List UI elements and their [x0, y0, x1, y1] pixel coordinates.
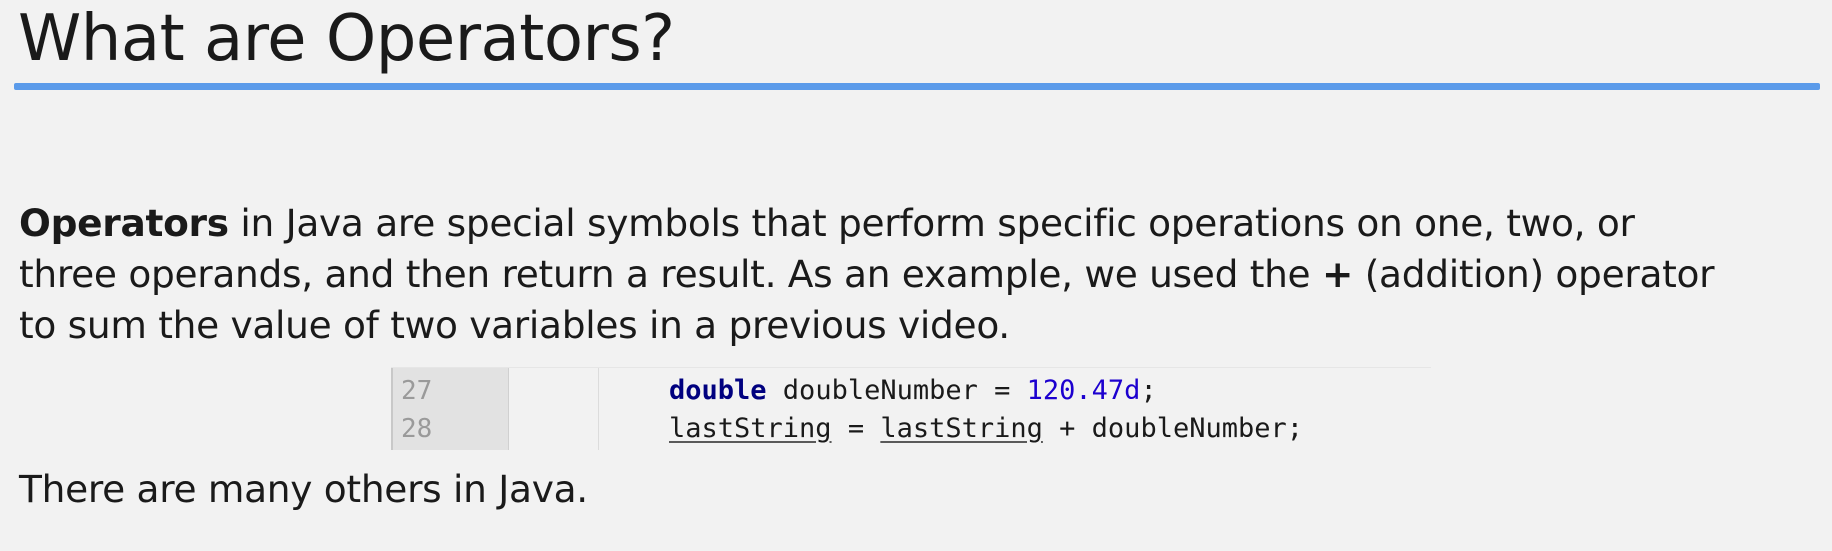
code-text: + doubleNumber;	[1042, 413, 1303, 444]
plus-operator-symbol: +	[1321, 252, 1354, 296]
paragraph-line-2: three operands, and then return a result…	[19, 249, 1819, 300]
line-number: 27	[401, 376, 433, 406]
paragraph-line-1: Operators in Java are special symbols th…	[19, 198, 1819, 249]
code-text: doubleNumber =	[766, 375, 1027, 406]
title-underline-rule	[14, 83, 1820, 90]
slide: What are Operators? Operators in Java ar…	[0, 0, 1832, 551]
code-text: ;	[1140, 375, 1157, 406]
code-line-27: double doubleNumber = 120.47d;	[669, 372, 1157, 410]
footer-text: There are many others in Java.	[19, 467, 588, 511]
code-variable: lastString	[669, 413, 832, 444]
code-keyword: double	[669, 375, 767, 406]
line-number: 28	[401, 414, 433, 444]
paragraph-line-3: to sum the value of two variables in a p…	[19, 303, 1010, 347]
operators-description: Operators in Java are special symbols th…	[19, 198, 1819, 351]
code-number-literal: 120.47d	[1026, 375, 1141, 406]
paragraph-line-1-text: in Java are special symbols that perform…	[228, 201, 1635, 245]
code-variable: lastString	[880, 413, 1043, 444]
slide-title: What are Operators?	[18, 2, 675, 76]
paragraph-line-2-end: (addition) operator	[1353, 252, 1715, 296]
operators-term: Operators	[19, 201, 229, 245]
paragraph-line-2-text: three operands, and then return a result…	[19, 252, 1322, 296]
code-text: =	[831, 413, 881, 444]
code-line-28: lastString = lastString + doubleNumber;	[669, 410, 1303, 448]
code-snippet: 27 double doubleNumber = 120.47d; 28 las…	[391, 367, 1431, 450]
gutter-separator	[598, 368, 599, 450]
